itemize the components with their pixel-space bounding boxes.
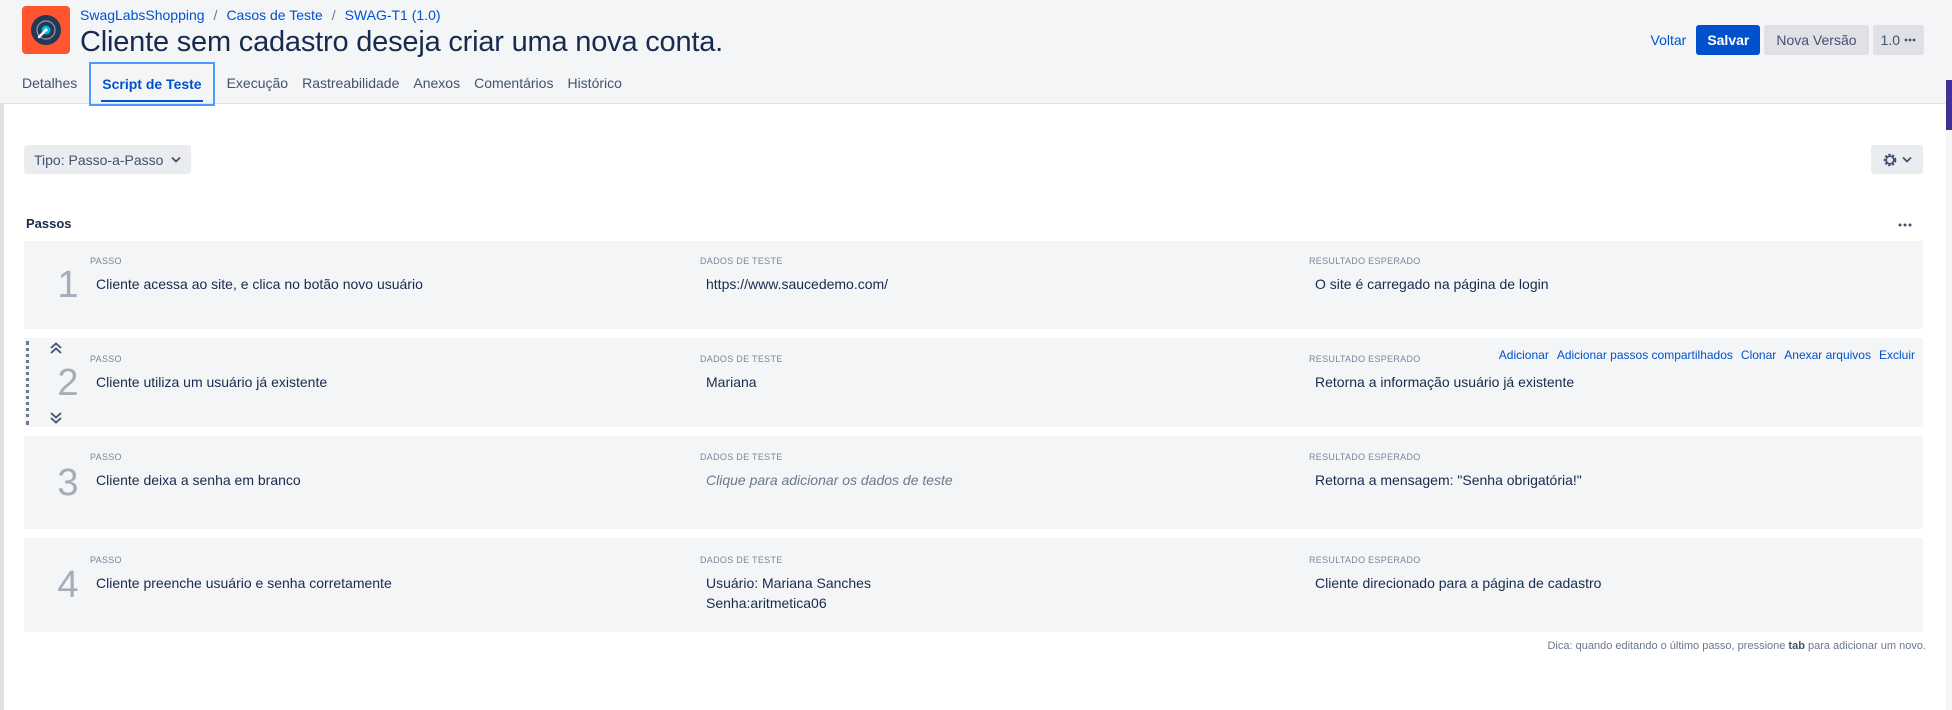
step-cell: PASSO Cliente preenche usuário e senha c… [90, 555, 670, 593]
step-test-data[interactable]: Usuário: Mariana Sanches Senha:aritmetic… [700, 573, 1280, 613]
step-row[interactable]: 1 PASSO Cliente acessa ao site, e clica … [24, 241, 1923, 329]
move-up-icon[interactable] [47, 341, 65, 355]
scrollbar-thumb[interactable] [1946, 80, 1952, 130]
content-left-border [0, 104, 4, 710]
step-column-label: PASSO [90, 452, 122, 462]
breadcrumb-item[interactable]: SWAG-T1 (1.0) [345, 7, 441, 23]
clone-step-link[interactable]: Clonar [1741, 348, 1776, 362]
type-select-label: Tipo: Passo-a-Passo [34, 151, 164, 168]
tab-execucao[interactable]: Execução [220, 62, 295, 104]
add-step-link[interactable]: Adicionar [1499, 348, 1549, 362]
step-description[interactable]: Cliente utiliza um usuário já existente [90, 372, 670, 392]
breadcrumb-project[interactable]: SwagLabsShopping [80, 7, 205, 23]
version-menu-button[interactable]: 1.0 [1872, 25, 1924, 55]
step-row[interactable]: 3 PASSO Cliente deixa a senha em branco … [24, 436, 1923, 529]
step-description[interactable]: Cliente preenche usuário e senha correta… [90, 573, 670, 593]
result-column-label: RESULTADO ESPERADO [1309, 256, 1421, 266]
data-cell: DADOS DE TESTE https://www.saucedemo.com… [700, 256, 1280, 294]
version-label: 1.0 [1880, 32, 1900, 48]
back-button[interactable]: Voltar [1645, 25, 1693, 55]
drag-handle[interactable] [26, 341, 29, 425]
attach-files-link[interactable]: Anexar arquivos [1784, 348, 1871, 362]
breadcrumb: SwagLabsShopping / Casos de Teste / SWAG-T1 … [80, 7, 441, 23]
gear-icon [1883, 153, 1897, 166]
hint-key: tab [1788, 640, 1805, 652]
tab-bar: Detalhes Script de Teste Execução Rastre… [15, 62, 629, 106]
step-description[interactable]: Cliente deixa a senha em branco [90, 470, 670, 490]
data-column-label: DADOS DE TESTE [700, 354, 783, 364]
tab-comentarios[interactable]: Comentários [467, 62, 560, 104]
breadcrumb-separator: / [331, 7, 336, 23]
result-cell: RESULTADO ESPERADO O site é carregado na… [1309, 256, 1889, 294]
hint-text-before: Dica: quando editando o último passo, pr… [1547, 640, 1789, 652]
step-number: 4 [57, 564, 79, 606]
tab-detalhes[interactable]: Detalhes [15, 62, 84, 104]
step-test-data[interactable]: https://www.saucedemo.com/ [700, 274, 1280, 294]
step-test-data[interactable]: Mariana [700, 372, 1280, 392]
more-dots-icon [1898, 223, 1912, 227]
step-column-label: PASSO [90, 256, 122, 266]
step-cell: PASSO Cliente deixa a senha em branco [90, 452, 670, 490]
step-row-actions: Adicionar Adicionar passos compartilhado… [1499, 348, 1915, 362]
project-logo[interactable] [22, 6, 70, 54]
new-version-button[interactable]: Nova Versão [1764, 25, 1869, 55]
step-cell: PASSO Cliente acessa ao site, e clica no… [90, 256, 670, 294]
step-number: 3 [57, 462, 79, 504]
result-column-label: RESULTADO ESPERADO [1309, 452, 1421, 462]
tab-historico[interactable]: Histórico [560, 62, 628, 104]
step-column-label: PASSO [90, 555, 122, 565]
data-column-label: DADOS DE TESTE [700, 555, 783, 565]
step-expected-result[interactable]: Retorna a informação usuário já existent… [1309, 372, 1889, 392]
header-actions: Voltar Salvar Nova Versão 1.0 [1645, 25, 1924, 55]
more-dots-icon [1904, 38, 1916, 42]
step-description[interactable]: Cliente acessa ao site, e clica no botão… [90, 274, 670, 294]
delete-step-link[interactable]: Excluir [1879, 348, 1915, 362]
step-expected-result[interactable]: Cliente direcionado para a página de cad… [1309, 573, 1889, 593]
add-shared-steps-link[interactable]: Adicionar passos compartilhados [1557, 348, 1733, 362]
type-select[interactable]: Tipo: Passo-a-Passo [24, 145, 192, 174]
tab-rastreabilidade[interactable]: Rastreabilidade [295, 62, 406, 104]
step-number: 1 [57, 264, 79, 306]
result-column-label: RESULTADO ESPERADO [1309, 555, 1421, 565]
step-row[interactable]: 4 PASSO Cliente preenche usuário e senha… [24, 538, 1923, 632]
breadcrumb-section[interactable]: Casos de Teste [226, 7, 322, 23]
data-column-label: DADOS DE TESTE [700, 256, 783, 266]
tab-hint: Dica: quando editando o último passo, pr… [1547, 640, 1926, 652]
data-cell: DADOS DE TESTE Usuário: Mariana Sanches … [700, 555, 1280, 613]
hint-text-after: para adicionar um novo. [1804, 640, 1926, 652]
step-expected-result[interactable]: Retorna a mensagem: "Senha obrigatória!" [1309, 470, 1889, 490]
result-cell: RESULTADO ESPERADO Retorna a mensagem: "… [1309, 452, 1889, 490]
steps-more-menu[interactable] [1898, 214, 1912, 232]
data-cell: DADOS DE TESTE Mariana [700, 354, 1280, 392]
step-test-data-placeholder[interactable]: Clique para adicionar os dados de teste [700, 470, 1280, 490]
step-column-label: PASSO [90, 354, 122, 364]
settings-button[interactable] [1871, 145, 1923, 174]
data-cell: DADOS DE TESTE Clique para adicionar os … [700, 452, 1280, 490]
chevron-down-icon [1902, 156, 1912, 163]
move-down-icon[interactable] [47, 411, 65, 425]
page-title: Cliente sem cadastro deseja criar uma no… [80, 26, 724, 58]
save-button[interactable]: Salvar [1696, 25, 1761, 55]
data-column-label: DADOS DE TESTE [700, 452, 783, 462]
chevron-down-icon [171, 156, 182, 163]
scrollbar[interactable] [1946, 0, 1952, 710]
tab-script-de-teste[interactable]: Script de Teste [89, 62, 215, 106]
result-cell: RESULTADO ESPERADO Cliente direcionado p… [1309, 555, 1889, 593]
step-cell: PASSO Cliente utiliza um usuário já exis… [90, 354, 670, 392]
breadcrumb-separator: / [213, 7, 218, 23]
step-expected-result[interactable]: O site é carregado na página de login [1309, 274, 1889, 294]
step-number: 2 [57, 362, 79, 404]
steps-section-title: Passos [26, 216, 72, 231]
step-row[interactable]: 2 PASSO Cliente utiliza um usuário já ex… [24, 338, 1923, 427]
tab-anexos[interactable]: Anexos [406, 62, 467, 104]
page-header: SwagLabsShopping / Casos de Teste / SWAG-T1 … [0, 0, 1952, 106]
